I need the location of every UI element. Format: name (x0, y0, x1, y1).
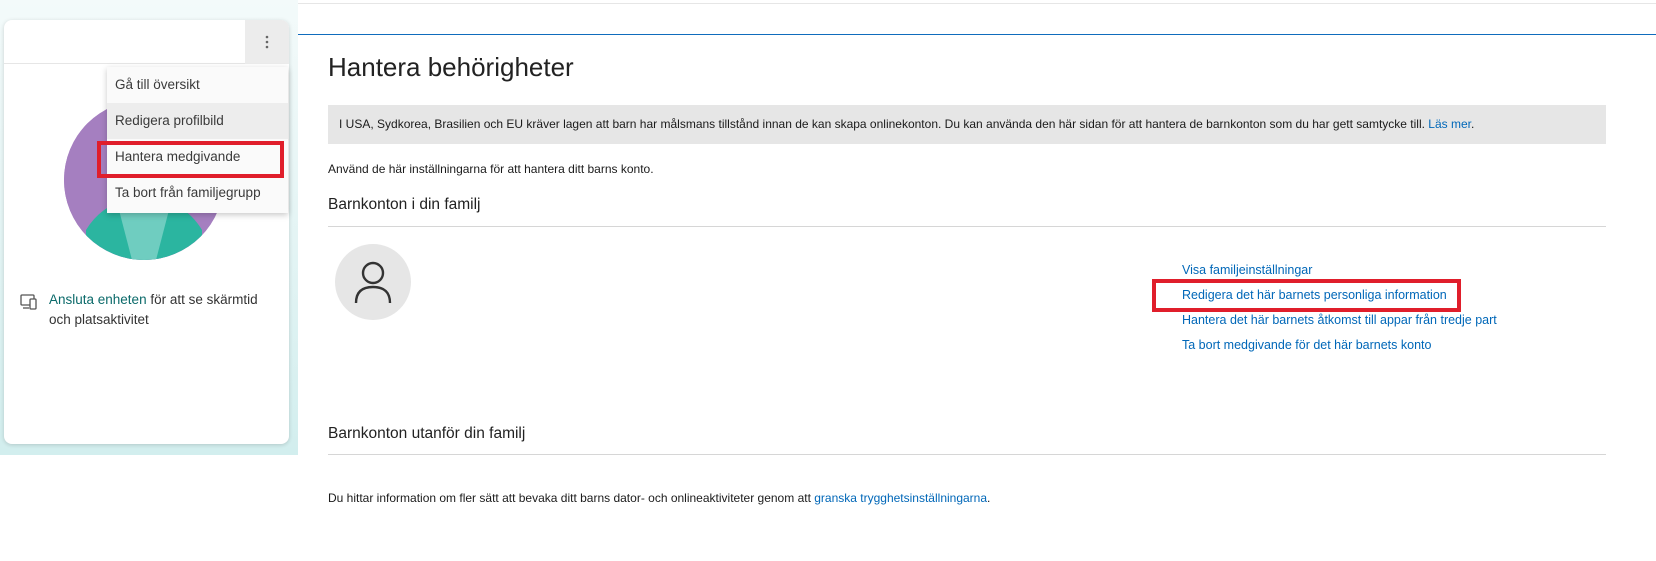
device-connect-text: Ansluta enheten för att se skärmtid och … (49, 290, 280, 330)
more-options-button[interactable] (245, 20, 289, 64)
legal-notice-banner: I USA, Sydkorea, Brasilien och EU kräver… (328, 105, 1606, 144)
section-title-in-family: Barnkonton i din familj (328, 196, 481, 213)
footer-text: Du hittar information om fler sätt att b… (328, 491, 990, 505)
highlight-box-edit-personal-info (1152, 279, 1461, 312)
more-vertical-icon (265, 35, 269, 49)
device-connect-icon (20, 294, 37, 310)
page-title: Hantera behörigheter (328, 52, 574, 82)
page: Ansluta enheten för att se skärmtid och … (0, 0, 1656, 561)
manage-third-party-app-access-link[interactable]: Hantera det här barnets åtkomst till app… (1182, 312, 1497, 328)
footer-description: Du hittar information om fler sätt att b… (328, 491, 815, 505)
menu-item-remove-from-family[interactable]: Ta bort från familjegrupp (107, 175, 288, 211)
section-title-outside-family: Barnkonton utanför din familj (328, 425, 526, 442)
section-divider (328, 226, 1606, 227)
member-options-menu: Gå till översikt Redigera profilbild Han… (107, 67, 288, 213)
section-divider (328, 454, 1606, 455)
intro-text: Använd de här inställningarna för att ha… (328, 162, 654, 176)
menu-item-edit-profile-picture[interactable]: Redigera profilbild (107, 103, 288, 139)
menu-item-go-to-overview[interactable]: Gå till översikt (107, 67, 288, 103)
footer-end: . (987, 491, 991, 505)
highlight-box-manage-consent (97, 141, 284, 178)
device-connect-row: Ansluta enheten för att se skärmtid och … (18, 290, 280, 330)
notice-end: . (1470, 117, 1475, 131)
review-safety-settings-link[interactable]: granska trygghetsinställningarna (814, 491, 987, 505)
person-icon (354, 261, 392, 304)
header-accent-line (298, 34, 1656, 35)
card-header (4, 20, 289, 64)
view-family-settings-link[interactable]: Visa familjeinställningar (1182, 262, 1497, 278)
child-account-actions: Visa familjeinställningar Redigera det h… (1182, 262, 1497, 362)
connect-device-link[interactable]: Ansluta enheten (49, 292, 147, 307)
notice-text: I USA, Sydkorea, Brasilien och EU kräver… (339, 117, 1429, 131)
remove-consent-link[interactable]: Ta bort medgivande för det här barnets k… (1182, 337, 1497, 353)
read-more-link[interactable]: Läs mer (1428, 117, 1471, 131)
child-avatar (335, 244, 411, 320)
